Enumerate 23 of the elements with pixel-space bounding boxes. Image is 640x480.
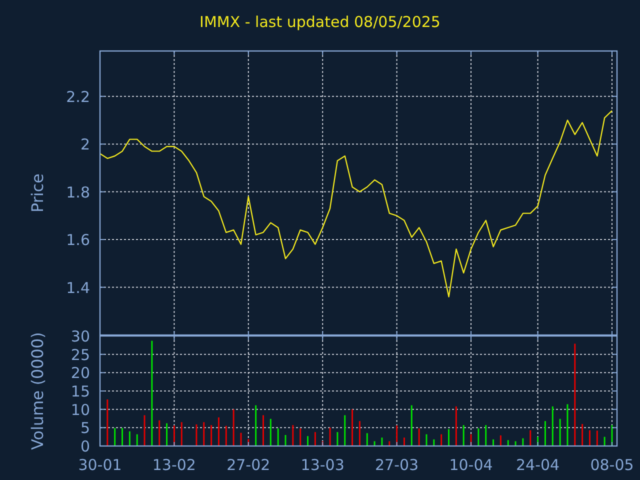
tick-label: 5 <box>80 419 90 438</box>
tick-label: 1.6 <box>66 231 90 250</box>
axis-label: Price <box>28 173 47 213</box>
axis-label: Volume (0000) <box>28 332 47 450</box>
tick-label: 0 <box>80 438 90 456</box>
tick-label: 2.2 <box>66 88 90 106</box>
tick-label: 27-03 <box>375 456 419 474</box>
tick-label: 13-03 <box>300 456 344 474</box>
tick-label: 08-05 <box>590 456 634 474</box>
tick-label: 1.8 <box>66 183 90 202</box>
tick-label: 1.4 <box>66 278 90 297</box>
tick-label: 2 <box>80 136 90 154</box>
tick-label: 10-04 <box>449 456 493 474</box>
tick-label: 20 <box>70 364 90 382</box>
tick-label: 24-04 <box>516 456 560 474</box>
tick-label: 30 <box>70 328 90 346</box>
tick-label: 13-02 <box>152 456 196 474</box>
tick-label: 10 <box>70 400 90 419</box>
chart-title: IMMX - last updated 08/05/2025 <box>200 12 440 33</box>
tick-label: 25 <box>70 346 90 364</box>
tick-label: 15 <box>70 382 90 400</box>
tick-label: 27-02 <box>226 456 270 474</box>
tick-label: 30-01 <box>78 456 122 474</box>
